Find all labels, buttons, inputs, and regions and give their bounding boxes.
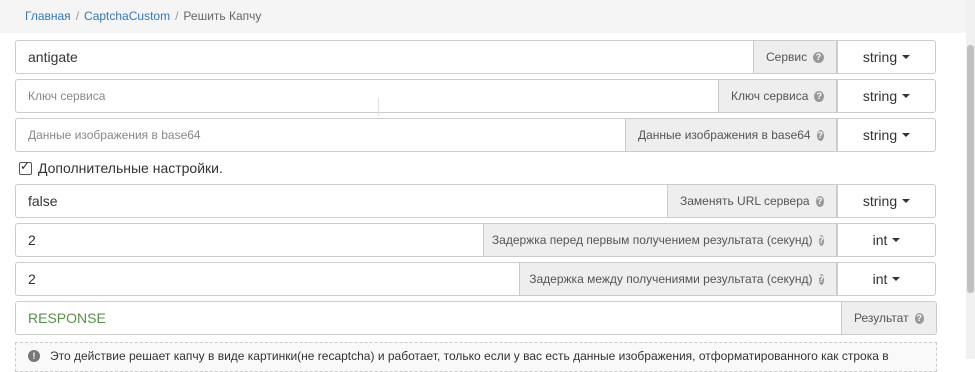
first-delay-label-text: Задержка перед первым получением результ… [491,233,813,247]
type-dropdown-button[interactable]: string [837,40,936,74]
breadcrumb-section-link[interactable]: CaptchaCustom [84,9,170,23]
type-dropdown-label: int [872,271,888,287]
service-key-label: Ключ сервиса? [719,79,837,113]
first-delay-label: Задержка перед первым получением результ… [484,223,837,257]
type-dropdown-button[interactable]: string [837,79,936,113]
breadcrumb: Главная / CaptchaCustom / Решить Капчу [0,0,966,33]
delay-between-label-text: Задержка между получениями результата (с… [529,272,813,286]
type-dropdown-label: string [862,127,898,143]
result-row: RESPONSE Результат? [15,301,937,335]
result-label-text: Результат [854,311,909,325]
advanced-settings-checkbox[interactable] [19,159,32,175]
caret-down-icon [902,94,911,98]
replace-url-row: false Заменять URL сервера? string [15,184,936,218]
divider [378,98,379,116]
caret-down-icon [902,55,911,59]
type-dropdown-label: string [862,193,898,209]
type-dropdown-button[interactable]: int [837,223,936,257]
breadcrumb-separator: / [75,9,80,23]
type-dropdown-label: string [862,49,898,65]
help-icon[interactable]: ? [818,273,824,285]
image-data-label: Данные изображения в base64? [626,118,837,152]
replace-url-input[interactable]: false [15,184,668,218]
scrollbar-thumb[interactable] [967,45,974,293]
delay-between-row: 2 Задержка между получениями результата … [15,262,936,296]
info-note-text: Это действие решает капчу в виде картинк… [50,349,889,363]
first-delay-input[interactable]: 2 [15,223,484,257]
caret-down-icon [902,199,911,203]
image-data-label-text: Данные изображения в base64 [638,128,811,142]
advanced-settings-toggle[interactable]: Дополнительные настройки. [19,159,223,176]
image-data-row: Данные изображения в base64 Данные изобр… [15,118,936,152]
delay-between-label: Задержка между получениями результата (с… [520,262,837,296]
service-row: antigate Сервис? string [15,40,936,74]
info-icon: ! [28,350,40,362]
breadcrumb-separator: / [175,9,179,23]
caret-down-icon [892,238,901,242]
type-dropdown-button[interactable]: string [837,118,936,152]
replace-url-label-text: Заменять URL сервера [680,194,810,208]
service-key-label-text: Ключ сервиса [731,89,809,103]
help-icon[interactable]: ? [814,90,824,102]
help-icon[interactable]: ? [818,234,824,246]
type-dropdown-label: string [862,88,898,104]
type-dropdown-label: int [872,232,888,248]
breadcrumb-home-link[interactable]: Главная [25,9,71,23]
help-icon[interactable]: ? [815,195,824,207]
help-icon[interactable]: ? [816,129,824,141]
result-input[interactable]: RESPONSE [15,301,842,335]
delay-between-input[interactable]: 2 [15,262,520,296]
service-input[interactable]: antigate [15,40,754,74]
service-label-text: Сервис [766,50,808,64]
service-label: Сервис? [754,40,837,74]
image-data-input[interactable]: Данные изображения в base64 [15,118,626,152]
breadcrumb-current: Решить Капчу [183,9,262,23]
scrollbar[interactable] [966,0,975,359]
caret-down-icon [902,133,911,137]
advanced-settings-label: Дополнительные настройки. [38,160,223,176]
help-icon[interactable]: ? [813,51,824,63]
info-note: ! Это действие решает капчу в виде карти… [15,342,937,372]
type-dropdown-button[interactable]: int [837,262,936,296]
service-key-row: Ключ сервиса Ключ сервиса? string [15,79,936,113]
service-key-input[interactable]: Ключ сервиса [15,79,719,113]
type-dropdown-button[interactable]: string [837,184,936,218]
first-delay-row: 2 Задержка перед первым получением резул… [15,223,936,257]
help-icon[interactable]: ? [914,312,924,324]
replace-url-label: Заменять URL сервера? [668,184,837,218]
caret-down-icon [892,277,901,281]
result-label: Результат? [842,301,937,335]
